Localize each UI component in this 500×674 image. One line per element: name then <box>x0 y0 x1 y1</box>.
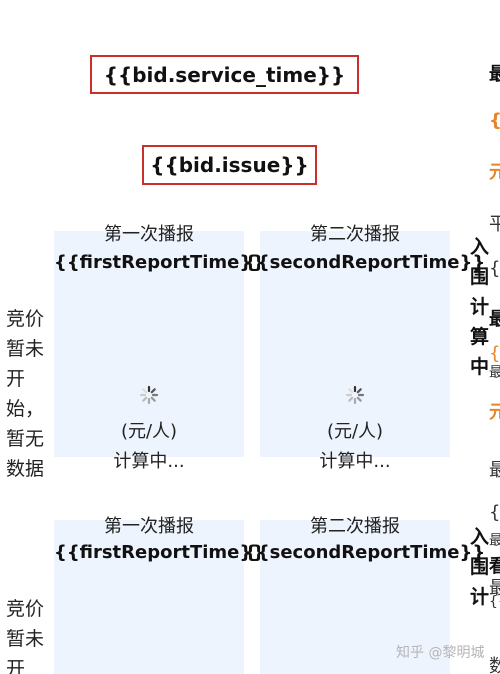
bidding-status-text: 竞价 暂未 开 始， 暂无 数据 <box>6 308 45 480</box>
right-edge-text: 最 <box>489 460 500 481</box>
calculating-status: 计算中... <box>319 451 391 472</box>
panel-variable: {{firstReportTime}} <box>54 252 266 273</box>
right-edge-text: 数 <box>489 656 500 674</box>
service-time-text: {{bid.service_time}} <box>103 62 346 87</box>
unit-label: (元/人) <box>120 421 178 442</box>
right-edge-text: 元 <box>489 162 500 183</box>
right-edge-text: 平 <box>489 214 500 235</box>
loading-spinner-icon <box>345 385 365 405</box>
first-report-panel-2: 第一次播报 {{firstReportTime}} <box>54 516 265 674</box>
service-time-template-box: {{bid.service_time}} <box>90 55 359 94</box>
loading-spinner-icon <box>139 385 159 405</box>
right-edge-text: {{ <box>489 594 500 610</box>
right-edge-text: {{ <box>489 110 500 131</box>
right-edge-text: {{ <box>489 258 500 279</box>
panel-title: 第一次播报 <box>104 516 194 537</box>
panel-variable: {{firstReportTime}} <box>54 542 266 563</box>
panel-title: 第二次播报 <box>310 224 400 245</box>
unit-label: (元/人) <box>326 421 384 442</box>
zhihu-watermark: 知乎 @黎明城 <box>396 645 485 661</box>
second-report-panel: 第二次播报 {{secondReportTime}} (元/人) 计算中... <box>244 224 485 472</box>
panel-title: 第二次播报 <box>310 516 400 537</box>
panel-variable: {{secondReportTime}} <box>244 252 486 273</box>
right-edge-text: 最 <box>489 309 500 330</box>
right-edge-text: 最 <box>489 365 500 381</box>
right-edge-text: {{ <box>489 502 500 523</box>
issue-text: {{bid.issue}} <box>150 153 309 177</box>
right-edge-text: 最 <box>489 64 500 85</box>
right-edge-text: {{ <box>489 343 500 364</box>
calculating-status: 计算中... <box>113 451 185 472</box>
right-edge-text: 最 <box>489 533 500 549</box>
right-edge-text: 元 <box>489 402 500 423</box>
bidding-status-text-2: 竞价 暂未 开 <box>6 598 45 674</box>
first-report-panel: 第一次播报 {{firstReportTime}} (元/人) 计算中... <box>54 224 265 472</box>
panel-title: 第一次播报 <box>104 224 194 245</box>
issue-template-box: {{bid.issue}} <box>142 145 317 185</box>
panel-variable: {{secondReportTime}} <box>244 542 486 563</box>
